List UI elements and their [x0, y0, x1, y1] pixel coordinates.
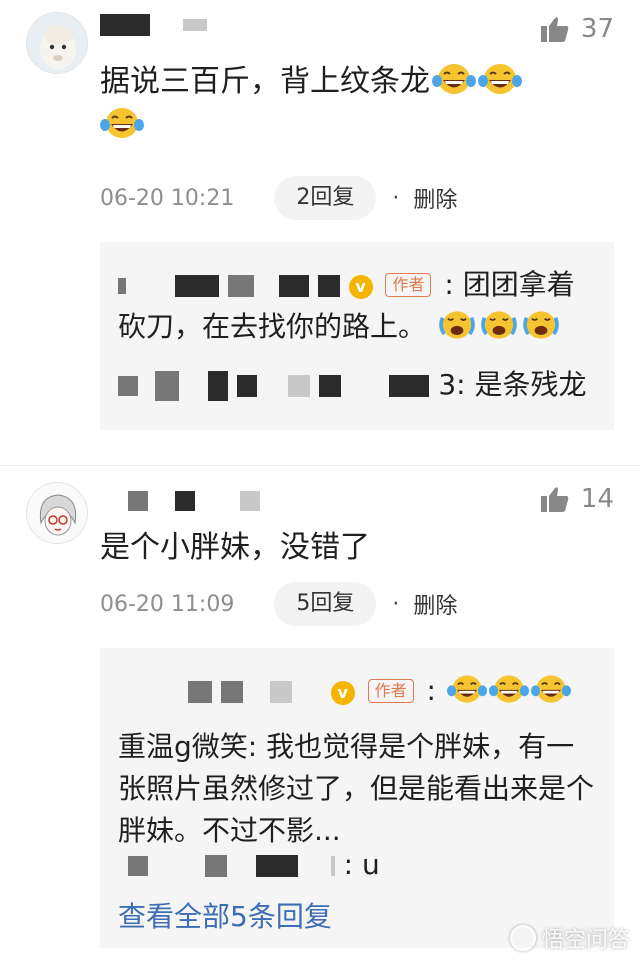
comment-text: 据说三百斤，背上纹条龙	[100, 60, 620, 148]
laughing-tears-emoji	[530, 675, 571, 703]
delete-button[interactable]: 删除	[413, 182, 457, 214]
reply-item[interactable]: : u	[118, 844, 602, 886]
crying-laugh-emoji	[481, 311, 517, 339]
separator-dot: ·	[392, 185, 400, 211]
timestamp: 06-20 10:21	[100, 185, 235, 211]
thumbs-up-icon	[540, 17, 569, 42]
watermark: 悟空问答	[509, 922, 630, 954]
laughing-tears-emoji	[446, 675, 487, 703]
reply-suffix: 3	[438, 368, 457, 401]
separator-dot: ·	[392, 591, 400, 617]
divider	[0, 465, 640, 466]
author-badge: 作者	[367, 679, 414, 703]
comment-meta: 06-20 11:09 5回复 · 删除	[100, 582, 457, 626]
avatar[interactable]	[26, 482, 88, 544]
reply-text: : 是条残龙	[456, 368, 587, 401]
verified-badge-icon: v	[330, 681, 355, 705]
avatar[interactable]	[26, 12, 88, 74]
like-button[interactable]: 37	[540, 14, 614, 44]
thumbs-up-icon	[540, 487, 569, 512]
laughing-tears-emoji	[100, 108, 144, 138]
comment-text: 是个小胖妹，没错了	[100, 530, 370, 565]
like-count: 37	[580, 14, 614, 44]
author-badge: 作者	[385, 273, 432, 297]
reply-item[interactable]: v 作者 : 团团拿着砍刀，在去找你的路上。	[118, 264, 602, 348]
crying-laugh-emoji	[439, 311, 475, 339]
username-redacted[interactable]	[100, 14, 208, 44]
username-redacted[interactable]	[100, 490, 261, 520]
wukong-logo-icon	[509, 925, 536, 951]
reply-item[interactable]: 3: 是条残龙	[118, 364, 602, 406]
reply-text: :	[426, 674, 436, 707]
crying-laugh-emoji	[523, 311, 559, 339]
like-button[interactable]: 14	[540, 484, 614, 514]
laughing-tears-emoji	[478, 64, 522, 94]
laughing-tears-emoji	[488, 675, 529, 703]
like-count: 14	[580, 484, 614, 514]
comment-meta: 06-20 10:21 2回复 · 删除	[100, 176, 457, 220]
reply-count-button[interactable]: 5回复	[274, 582, 377, 626]
reply-box: v 作者 : 重温g微笑: 我也觉得是个胖妹，有一张照片虽然修过了，但是能看出来…	[100, 648, 614, 948]
reply-item[interactable]: v 作者 :	[118, 670, 602, 712]
timestamp: 06-20 11:09	[100, 591, 235, 617]
reply-count-button[interactable]: 2回复	[274, 176, 377, 220]
reply-item[interactable]: 重温g微笑: 我也觉得是个胖妹，有一张照片虽然修过了，但是能看出来是个胖妹。不过…	[118, 726, 602, 852]
verified-badge-icon: v	[348, 275, 373, 299]
reply-box: v 作者 : 团团拿着砍刀，在去找你的路上。 3: 是条残龙	[100, 242, 614, 430]
reply-text: 重温g微笑: 我也觉得是个胖妹，有一张照片虽然修过了，但是能看出来是个胖妹。不过…	[118, 730, 595, 847]
delete-button[interactable]: 删除	[413, 588, 457, 620]
reply-suffix: : u	[343, 848, 380, 881]
laughing-tears-emoji	[432, 64, 476, 94]
